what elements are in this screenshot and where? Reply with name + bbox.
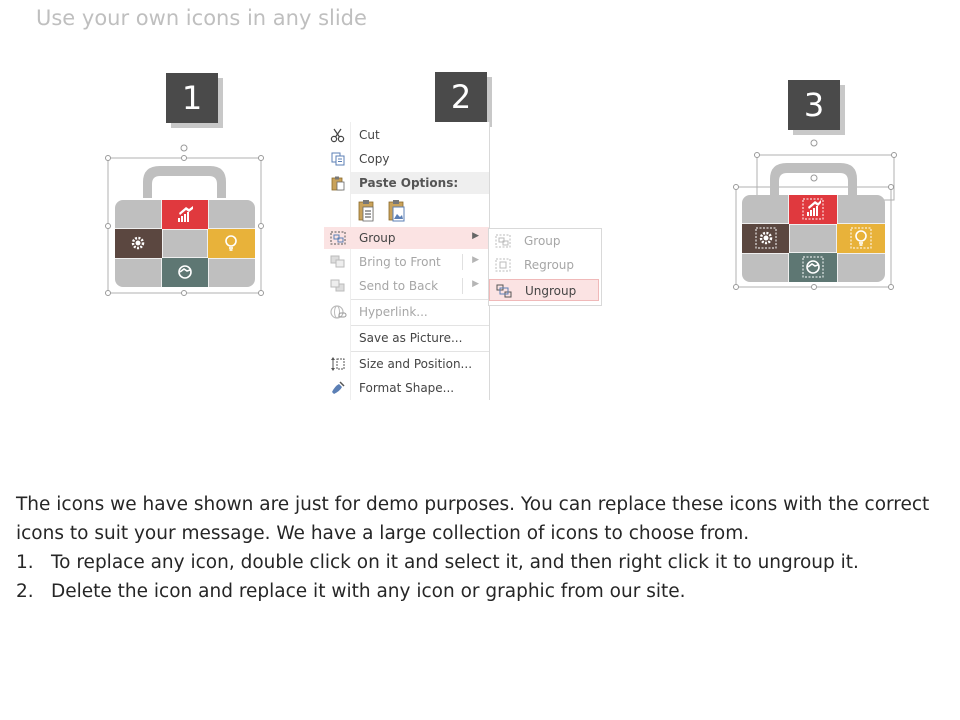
paste-picture-icon[interactable] — [388, 200, 405, 222]
paint-icon — [332, 381, 345, 394]
list-number: 2. — [16, 581, 34, 602]
rotate-handle-icon[interactable] — [180, 144, 188, 152]
menu-separator — [351, 325, 489, 326]
menu-item-label: Regroup — [524, 258, 575, 272]
menu-item-label: Group — [524, 234, 561, 248]
ungroup-icon — [496, 284, 512, 298]
submenu-item-ungroup[interactable]: Ungroup — [489, 279, 599, 301]
menu-separator — [351, 351, 489, 352]
submenu-item-group[interactable]: Group — [489, 230, 599, 252]
submenu-arrow-icon: ▶ — [472, 279, 479, 289]
menu-item-label: Send to Back — [359, 279, 439, 293]
list-text: To replace any icon, double click on it … — [51, 552, 859, 573]
menu-item-send-to-back[interactable]: Send to Back ▶ — [324, 275, 489, 297]
copy-icon — [331, 152, 345, 166]
bring-front-icon — [330, 255, 345, 268]
menu-item-label: Paste Options: — [359, 176, 459, 190]
menu-item-hyperlink[interactable]: Hyperlink... — [324, 301, 489, 323]
tile-teal[interactable] — [162, 258, 208, 287]
steps-list: 1. To replace any icon, double click on … — [16, 548, 936, 606]
submenu-arrow-icon: ▶ — [472, 255, 479, 265]
menu-item-cut[interactable]: Cut — [324, 124, 489, 146]
menu-item-label: Ungroup — [525, 284, 577, 298]
menu-item-copy[interactable]: Copy — [324, 148, 489, 170]
menu-separator — [351, 299, 489, 300]
regroup-icon — [495, 258, 511, 272]
paste-options-header: Paste Options: — [351, 172, 489, 194]
list-item: 2. Delete the icon and replace it with a… — [16, 577, 936, 606]
menu-item-label: Save as Picture... — [359, 331, 463, 345]
menu-item-size-and-position[interactable]: Size and Position... — [324, 353, 489, 375]
slide-title: Use your own icons in any slide — [36, 6, 367, 30]
menu-item-label: Format Shape... — [359, 381, 455, 395]
briefcase-graphic-1[interactable] — [100, 140, 270, 300]
menu-item-label: Cut — [359, 128, 380, 142]
step-badge-2: 2 — [435, 72, 487, 122]
rotate-handle-icon[interactable] — [810, 139, 818, 182]
paste-text-icon[interactable] — [358, 200, 374, 222]
menu-item-label: Group — [359, 231, 396, 245]
menu-item-bring-to-front[interactable]: Bring to Front ▶ — [324, 251, 489, 273]
briefcase-handle — [770, 163, 857, 195]
clipboard-icon — [331, 176, 345, 191]
list-number: 1. — [16, 552, 34, 573]
paste-options-icons[interactable] — [357, 198, 417, 224]
briefcase-graphic-3[interactable] — [730, 135, 900, 295]
scissors-icon — [330, 128, 345, 143]
size-icon — [331, 357, 345, 371]
tile-yellow[interactable] — [837, 224, 885, 253]
split-divider — [462, 278, 463, 294]
context-menu: Cut Copy Paste Options: Group ▶ Bring to… — [324, 122, 490, 400]
tile-yellow[interactable] — [208, 229, 255, 258]
step-badge-3: 3 — [788, 80, 840, 130]
group-submenu: Group Regroup Ungroup — [488, 228, 602, 306]
intro-paragraph: The icons we have shown are just for dem… — [16, 494, 930, 544]
menu-item-label: Bring to Front — [359, 255, 441, 269]
menu-item-save-as-picture[interactable]: Save as Picture... — [324, 327, 489, 349]
send-back-icon — [330, 279, 345, 292]
instructions-text: The icons we have shown are just for dem… — [16, 490, 936, 606]
list-text: Delete the icon and replace it with any … — [51, 581, 686, 602]
split-divider — [462, 254, 463, 270]
group-icon — [495, 234, 511, 248]
link-icon — [330, 305, 347, 319]
menu-item-label: Size and Position... — [359, 357, 473, 371]
submenu-arrow-icon: ▶ — [472, 231, 479, 241]
tile-teal[interactable] — [789, 253, 837, 282]
list-item: 1. To replace any icon, double click on … — [16, 548, 936, 577]
menu-item-group[interactable]: Group ▶ — [324, 227, 489, 249]
step-badge-1: 1 — [166, 73, 218, 123]
menu-item-format-shape[interactable]: Format Shape... — [324, 377, 489, 399]
menu-item-label: Copy — [359, 152, 390, 166]
briefcase-handle — [143, 166, 226, 198]
submenu-item-regroup[interactable]: Regroup — [489, 254, 599, 276]
group-icon — [330, 231, 346, 245]
menu-item-label: Hyperlink... — [359, 305, 428, 319]
